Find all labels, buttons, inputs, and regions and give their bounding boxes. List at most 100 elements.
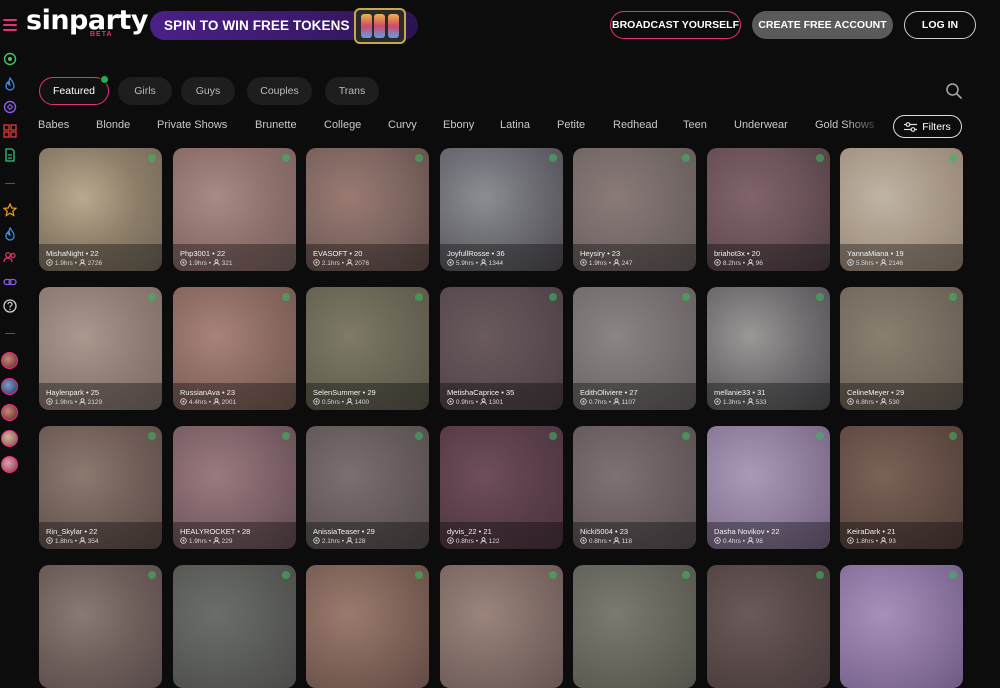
category-petite[interactable]: Petite [557, 119, 585, 131]
model-card[interactable]: MishaNight • 22 1.9hrs • 2726 [39, 148, 162, 271]
online-hours: 8.2hrs [722, 260, 741, 267]
model-card[interactable]: mellanie33 • 31 1.3hrs • 533 [707, 287, 830, 410]
help-icon[interactable] [3, 299, 17, 313]
avatar[interactable] [1, 456, 18, 473]
viewer-count: 96 [755, 260, 763, 267]
model-stats: 1.9hrs • 2129 [46, 398, 162, 407]
viewer-count: 1301 [488, 399, 504, 406]
model-card-info: MishaNight • 22 1.9hrs • 2726 [39, 244, 162, 271]
category-teen[interactable]: Teen [683, 119, 707, 131]
live-icon[interactable] [3, 52, 17, 66]
model-card[interactable]: HEALYROCKET • 28 1.9hrs • 229 [173, 426, 296, 549]
model-card[interactable]: KeiraDark • 21 1.8hrs • 93 [840, 426, 963, 549]
online-hours: 1.9hrs [54, 399, 73, 406]
model-card[interactable] [440, 565, 563, 688]
model-card[interactable] [39, 565, 162, 688]
model-card[interactable]: Heysiry • 23 1.9hrs • 247 [573, 148, 696, 271]
document-icon[interactable] [3, 148, 17, 162]
model-card[interactable]: Nicki5004 • 23 0.8hrs • 118 [573, 426, 696, 549]
avatar[interactable] [1, 404, 18, 421]
avatar[interactable] [1, 378, 18, 395]
promo-text: SPIN TO WIN FREE TOKENS [164, 18, 350, 33]
viewer-count: 128 [354, 538, 366, 545]
tab-couples[interactable]: Couples [247, 77, 312, 105]
model-thumbnail [573, 565, 696, 688]
model-name: MetishaCaprice • 35 [447, 388, 515, 397]
star-icon[interactable] [3, 203, 17, 217]
viewer-count: 1344 [488, 260, 504, 267]
category-ebony[interactable]: Ebony [443, 119, 474, 131]
model-card-info: dyvis_22 • 21 0.8hrs • 122 [440, 522, 563, 549]
model-card-info: KeiraDark • 21 1.8hrs • 93 [840, 522, 963, 549]
menu-icon[interactable] [3, 19, 17, 31]
model-name: RussianAva • 23 [180, 388, 236, 397]
category-private-shows[interactable]: Private Shows [157, 119, 227, 131]
tab-girls[interactable]: Girls [118, 77, 172, 105]
online-dot [148, 432, 156, 440]
viewer-count: 2146 [888, 260, 904, 267]
category-brunette[interactable]: Brunette [255, 119, 297, 131]
flame-icon[interactable] [3, 227, 17, 241]
model-card[interactable]: Dasha Novikov • 22 0.4hrs • 98 [707, 426, 830, 549]
fire-icon[interactable] [3, 77, 17, 91]
search-icon[interactable] [945, 82, 963, 100]
model-card[interactable]: SelenSummer • 29 0.5hrs • 1400 [306, 287, 429, 410]
model-card[interactable]: dyvis_22 • 21 0.8hrs • 122 [440, 426, 563, 549]
model-card[interactable]: JoyfullRosse • 36 5.9hrs • 1344 [440, 148, 563, 271]
avatar[interactable] [1, 352, 18, 369]
online-hours: 0.7hrs [588, 399, 607, 406]
category-college[interactable]: College [324, 119, 361, 131]
tab-featured[interactable]: Featured [39, 75, 109, 105]
online-dot [282, 432, 290, 440]
category-blonde[interactable]: Blonde [96, 119, 130, 131]
model-name: Dasha Novikov • 22 [714, 527, 780, 536]
model-card[interactable]: Php3001 • 22 1.9hrs • 321 [173, 148, 296, 271]
broadcast-yourself-button[interactable]: BROADCAST YOURSELF [610, 11, 741, 39]
category-latina[interactable]: Latina [500, 119, 530, 131]
model-card[interactable] [573, 565, 696, 688]
tab-trans[interactable]: Trans [325, 77, 379, 105]
online-hours: 2.1hrs [321, 538, 340, 545]
model-card[interactable] [173, 565, 296, 688]
tab-guys[interactable]: Guys [181, 77, 235, 105]
model-name: dyvis_22 • 21 [447, 527, 492, 536]
online-dot [816, 154, 824, 162]
online-dot [282, 293, 290, 301]
online-dot [549, 432, 557, 440]
create-account-button[interactable]: CREATE FREE ACCOUNT [752, 11, 893, 39]
viewer-count: 530 [888, 399, 900, 406]
category-redhead[interactable]: Redhead [613, 119, 658, 131]
model-card[interactable]: EdithOliviere • 27 0.7hrs • 1107 [573, 287, 696, 410]
online-dot [549, 293, 557, 301]
model-card[interactable]: Haylenpark • 25 1.9hrs • 2129 [39, 287, 162, 410]
link-icon[interactable] [3, 275, 17, 289]
login-button[interactable]: LOG IN [904, 11, 976, 39]
model-stats: 6.8hrs • 530 [847, 398, 963, 407]
model-stats: 8.2hrs • 96 [714, 259, 830, 268]
category-babes[interactable]: Babes [38, 119, 69, 131]
model-card[interactable] [840, 565, 963, 688]
users-icon[interactable] [3, 250, 17, 264]
model-card[interactable]: Rin_Skylar • 22 1.8hrs • 354 [39, 426, 162, 549]
model-card[interactable]: RussianAva • 23 4.4hrs • 2001 [173, 287, 296, 410]
category-fade [845, 112, 890, 140]
logo[interactable]: sinparty [26, 5, 148, 36]
model-card[interactable]: briahot3x • 20 8.2hrs • 96 [707, 148, 830, 271]
category-curvy[interactable]: Curvy [388, 119, 417, 131]
model-card[interactable]: EVASOFT • 20 2.1hrs • 2076 [306, 148, 429, 271]
model-name: Nicki5004 • 23 [580, 527, 629, 536]
model-card-info: HEALYROCKET • 28 1.9hrs • 229 [173, 522, 296, 549]
model-card[interactable]: CelineMeyer • 29 6.8hrs • 530 [840, 287, 963, 410]
model-name: Heysiry • 23 [580, 249, 621, 258]
model-card[interactable]: YannaMiana • 19 5.5hrs • 2146 [840, 148, 963, 271]
category-underwear[interactable]: Underwear [734, 119, 788, 131]
model-card[interactable]: MetishaCaprice • 35 0.9hrs • 1301 [440, 287, 563, 410]
spin-promo-banner[interactable]: SPIN TO WIN FREE TOKENS [150, 8, 418, 44]
sidebar-divider [5, 183, 15, 184]
model-name: JoyfullRosse • 36 [447, 249, 505, 258]
filters-button[interactable]: Filters [893, 115, 962, 138]
model-card[interactable] [707, 565, 830, 688]
model-card[interactable]: AnissiaTeaser • 29 2.1hrs • 128 [306, 426, 429, 549]
avatar[interactable] [1, 430, 18, 447]
model-card[interactable] [306, 565, 429, 688]
